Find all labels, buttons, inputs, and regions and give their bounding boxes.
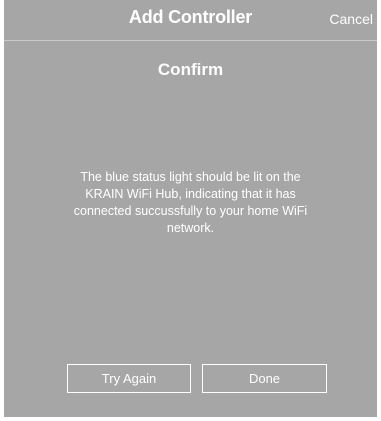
try-again-button[interactable]: Try Again (67, 364, 191, 393)
cancel-button[interactable]: Cancel (329, 11, 373, 27)
header-divider (4, 40, 377, 41)
confirm-heading: Confirm (157, 60, 224, 79)
dialog-panel: Add Controller Cancel Confirm The blue s… (4, 0, 377, 417)
header-bar: Add Controller Cancel (4, 0, 377, 40)
status-message: The blue status light should be lit on t… (73, 170, 308, 235)
page-title: Add Controller (128, 7, 253, 27)
done-button[interactable]: Done (202, 364, 327, 393)
